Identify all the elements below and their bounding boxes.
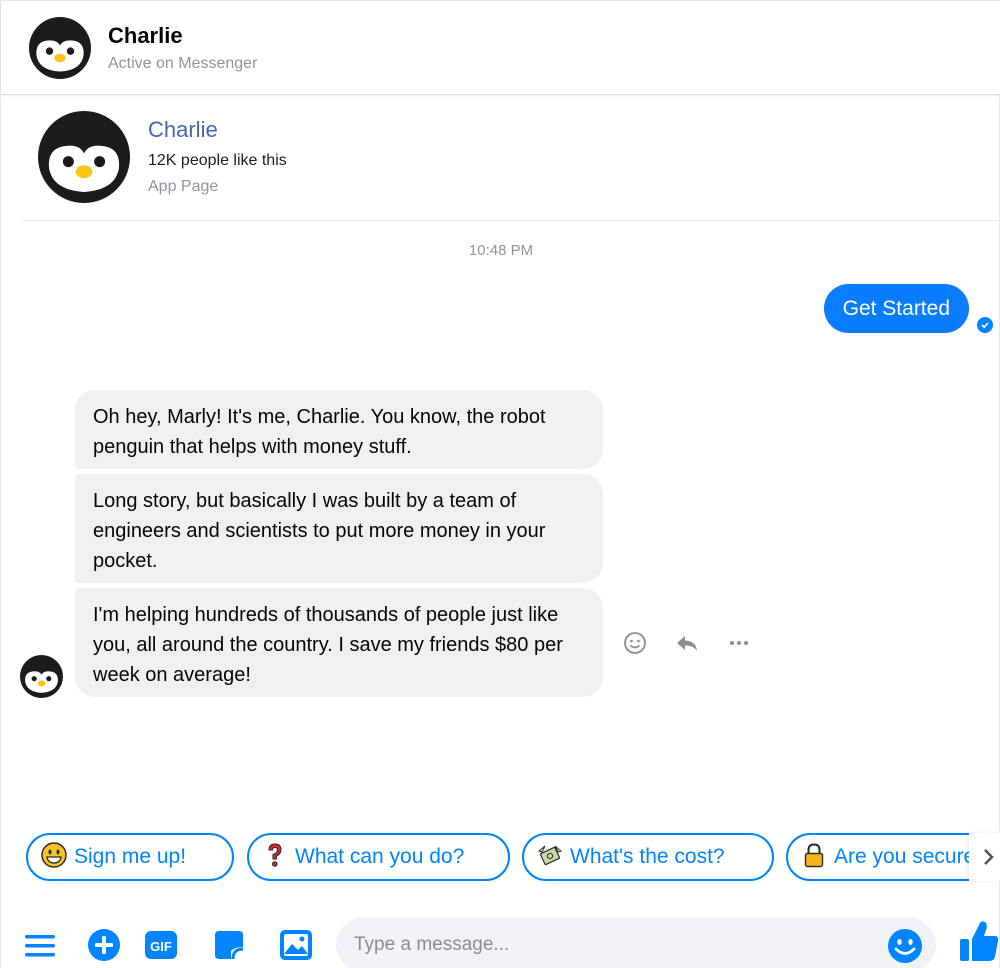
photo-icon[interactable] [278, 927, 314, 963]
contact-name[interactable]: Charlie [108, 23, 183, 49]
question-mark-icon [268, 843, 282, 868]
quick-reply-label: Are you secure? [834, 845, 987, 868]
page-likes: 12K people like this [148, 152, 287, 169]
more-icon[interactable] [725, 629, 753, 657]
reply-icon[interactable] [673, 629, 701, 657]
menu-icon[interactable] [23, 927, 59, 963]
incoming-message[interactable]: I'm helping hundreds of thousands of peo… [75, 588, 603, 697]
sticker-icon[interactable] [211, 927, 247, 963]
quick-replies: Sign me up! What can you do? What's the … [1, 833, 1000, 885]
quick-reply-label: Sign me up! [74, 845, 187, 868]
gif-icon[interactable]: GIF [143, 927, 179, 963]
smiley-icon[interactable] [621, 629, 649, 657]
messenger-window: Charlie Active on Messenger Charlie 12K … [0, 0, 1000, 968]
chevron-right-icon[interactable] [976, 839, 1000, 875]
active-status: Active on Messenger [108, 55, 258, 72]
svg-text:GIF: GIF [150, 939, 172, 954]
page-name-link[interactable]: Charlie [148, 117, 218, 143]
message-actions [621, 629, 761, 657]
quick-reply-label: What can you do? [295, 845, 465, 868]
quick-reply-button[interactable]: What can you do? [247, 833, 510, 881]
message-timestamp: 10:48 PM [468, 242, 534, 259]
conversation-header: Charlie Active on Messenger [1, 1, 1000, 95]
money-with-wings-icon [537, 846, 563, 866]
quick-reply-button[interactable]: Are you secure? [786, 833, 1000, 881]
message-input-container [336, 917, 936, 968]
thumbs-up-icon[interactable] [958, 917, 1000, 963]
page-info-card: Charlie 12K people like this App Page [21, 97, 999, 221]
penguin-avatar-icon[interactable] [29, 17, 91, 79]
quick-reply-label: What's the cost? [570, 845, 725, 868]
emoji-icon[interactable] [886, 927, 924, 965]
penguin-avatar-icon [20, 655, 63, 698]
sent-check-icon [977, 317, 993, 333]
plus-icon[interactable] [86, 927, 122, 963]
quick-reply-button[interactable]: Sign me up! [26, 833, 234, 881]
lock-icon [804, 843, 824, 868]
penguin-avatar-icon[interactable] [38, 111, 130, 203]
grinning-face-icon [41, 842, 67, 869]
quick-reply-button[interactable]: What's the cost? [522, 833, 774, 881]
outgoing-message[interactable]: Get Started [823, 284, 969, 333]
incoming-message[interactable]: Oh hey, Marly! It's me, Charlie. You kno… [75, 390, 603, 469]
incoming-message[interactable]: Long story, but basically I was built by… [75, 474, 603, 583]
message-input[interactable] [354, 927, 874, 963]
page-category: App Page [148, 178, 219, 195]
